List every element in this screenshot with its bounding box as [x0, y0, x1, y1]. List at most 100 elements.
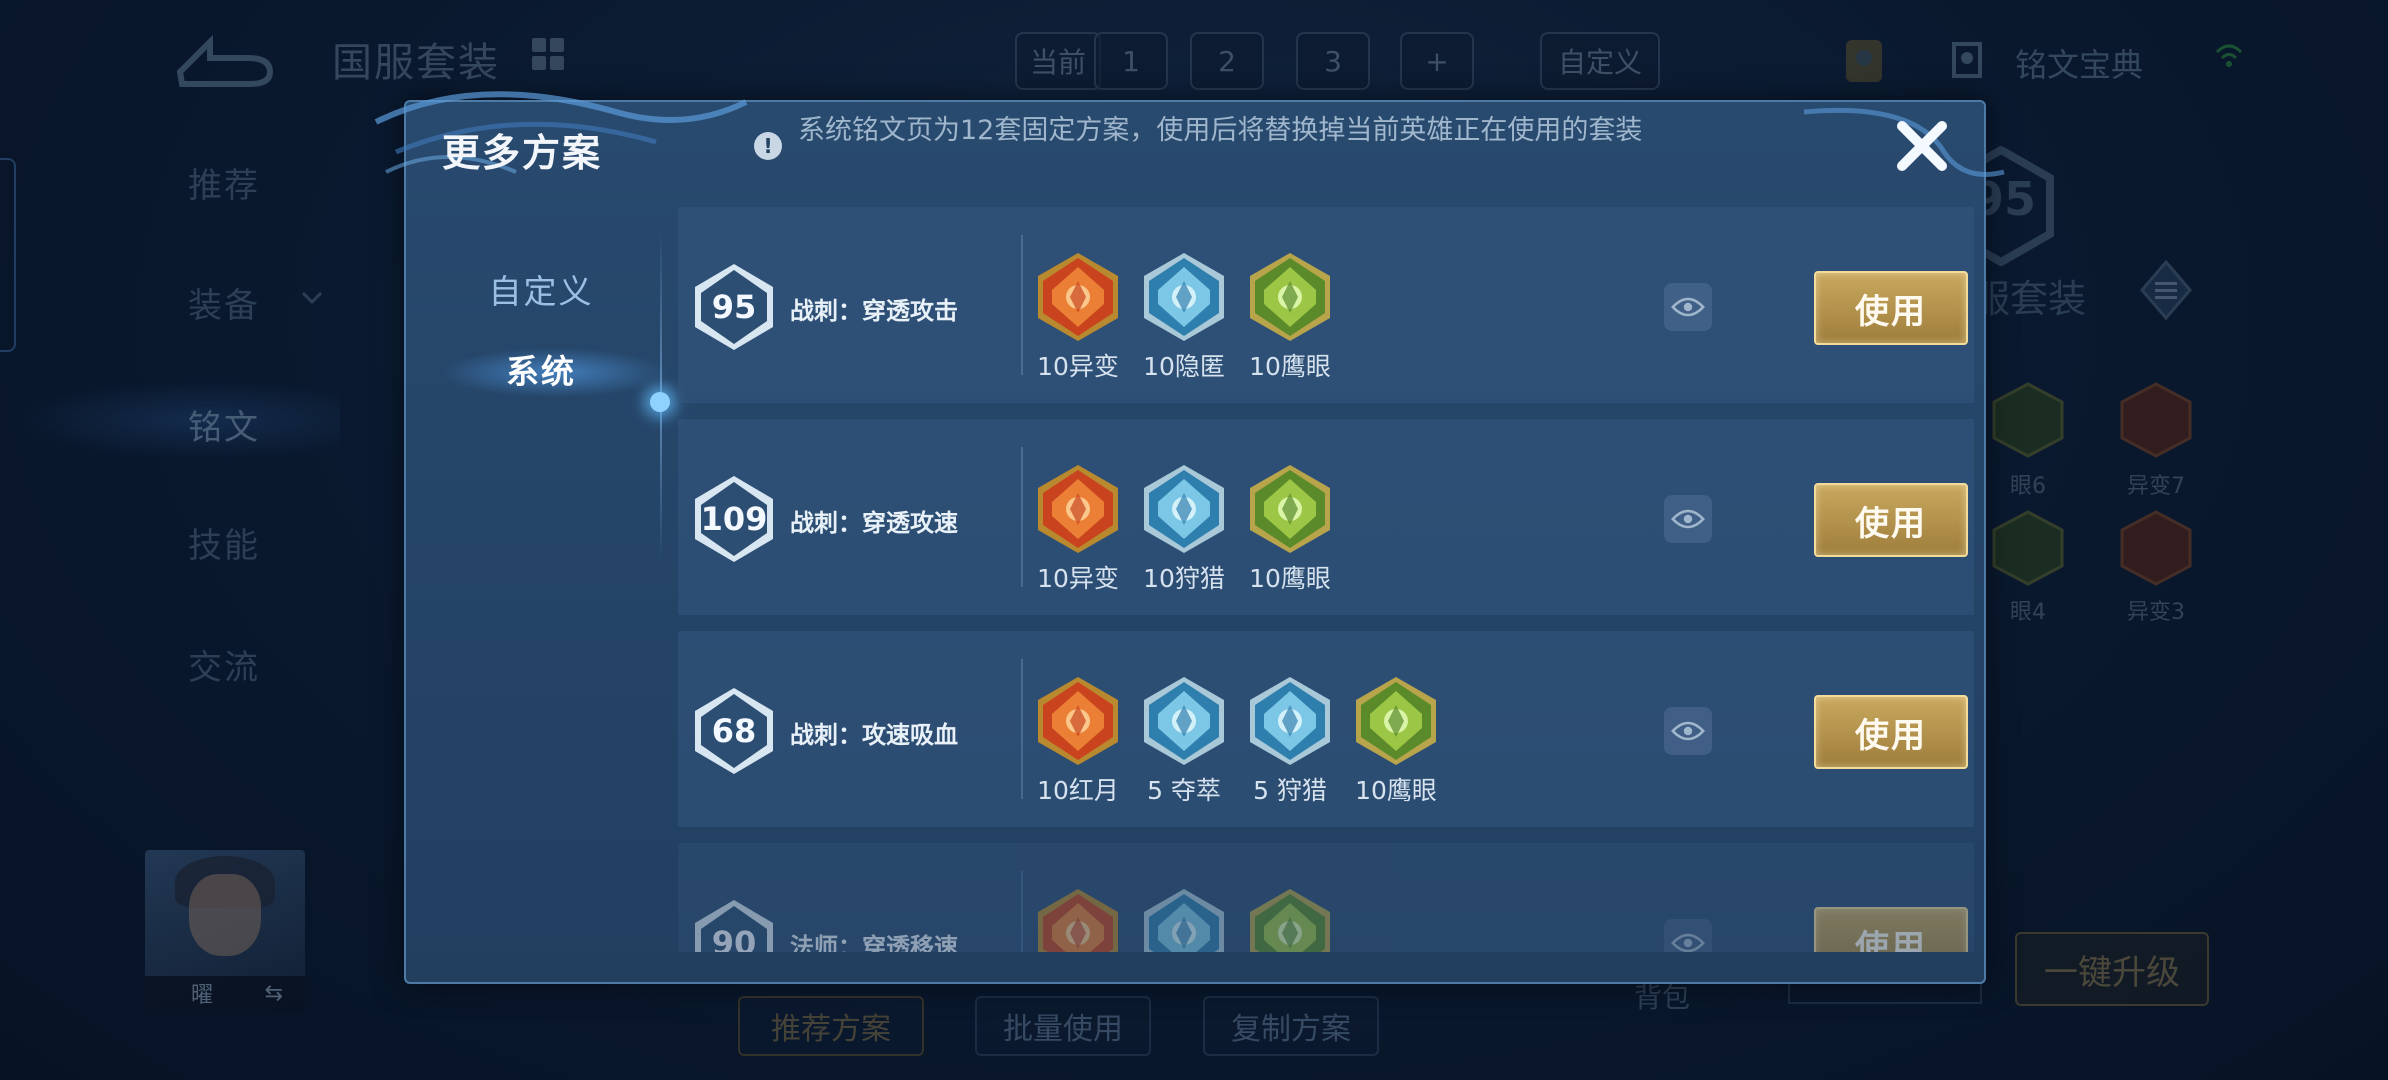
more-plans-modal: 更多方案 ! 系统铭文页为12套固定方案，使用后将替换掉当前英雄正在使用的套装 …	[374, 91, 2005, 984]
rune-item[interactable]	[1036, 887, 1120, 952]
eye-icon[interactable]	[1664, 495, 1712, 543]
red-rune-icon	[1038, 465, 1118, 553]
tab-add[interactable]: +	[1400, 32, 1474, 90]
avatar-name: 曜	[191, 983, 214, 1008]
green-rune-icon	[1356, 677, 1436, 765]
nav-highlight	[0, 355, 340, 485]
rune-set: 10异变 10狩猎 10鹰眼	[1036, 463, 1332, 595]
blue-rune-icon	[1250, 677, 1330, 765]
nav-equipment[interactable]: 装备	[188, 278, 260, 327]
notice-text: 系统铭文页为12套固定方案，使用后将替换掉当前英雄正在使用的套装	[798, 115, 1643, 146]
tab-custom-plans[interactable]: 自定义	[406, 254, 676, 324]
plan-list[interactable]: 95战刺：穿透攻击 10异变 10隐匿 10鹰眼使用 109战刺：穿透攻速	[678, 207, 1974, 952]
level-number: 90	[711, 924, 757, 952]
wifi-icon	[2215, 44, 2243, 67]
green-rune-icon	[1250, 465, 1330, 553]
use-plan-button[interactable]: 使用	[1814, 271, 1968, 345]
plan-name: 战刺：穿透攻击	[790, 297, 958, 325]
row-divider	[1021, 235, 1023, 375]
rune-item[interactable]: 10狩猎	[1142, 463, 1226, 595]
mascot-icon[interactable]	[1838, 30, 1890, 94]
rune-item[interactable]: 5 狩猎	[1248, 675, 1332, 807]
blue-rune-icon	[1144, 677, 1224, 765]
red-rune-icon	[1038, 677, 1118, 765]
nav-rune[interactable]: 铭文	[188, 400, 260, 449]
level-badge: 90	[692, 897, 776, 952]
rune-item[interactable]	[1142, 887, 1226, 952]
swap-icon[interactable]: ⇆	[265, 981, 283, 1006]
left-edge-handle[interactable]	[0, 158, 16, 352]
rune-label: 10异变	[1037, 564, 1119, 593]
rune-label: 10鹰眼	[1249, 564, 1331, 593]
tab-system-plans[interactable]: 系统	[406, 334, 676, 404]
use-plan-button[interactable]: 使用	[1814, 907, 1968, 952]
avatar[interactable]: 曜 ⇆	[145, 850, 305, 1010]
rune-set: 10红月 5 夺萃 5 狩猎 10鹰眼	[1036, 675, 1438, 807]
grid-icon[interactable]	[532, 38, 564, 70]
rune-item[interactable]: 10异变	[1036, 463, 1120, 595]
tab-3[interactable]: 3	[1296, 32, 1370, 90]
eye-icon[interactable]	[1664, 283, 1712, 331]
use-plan-button[interactable]: 使用	[1814, 483, 1968, 557]
tab-1[interactable]: 1	[1094, 32, 1168, 90]
rune-label: 10鹰眼	[1355, 776, 1437, 805]
red-rune-icon	[1038, 889, 1118, 952]
rune-set: 10异变 10隐匿 10鹰眼	[1036, 251, 1332, 383]
row-divider	[1021, 871, 1023, 952]
rune-book-link[interactable]: 铭文宝典	[2015, 40, 2143, 86]
rune-label: 10红月	[1037, 776, 1119, 805]
active-tab-indicator	[650, 392, 670, 412]
copy-plan-button[interactable]: 复制方案	[1203, 996, 1379, 1056]
tab-custom[interactable]: 自定义	[1540, 32, 1660, 90]
close-icon[interactable]	[1890, 114, 1954, 178]
rune-label: 10鹰眼	[1249, 352, 1331, 381]
eye-icon[interactable]	[1664, 707, 1712, 755]
menu-icon[interactable]	[2140, 260, 2192, 320]
level-number: 109	[700, 500, 768, 538]
modal-title: 更多方案	[442, 131, 603, 175]
rune-item[interactable]: 10隐匿	[1142, 251, 1226, 383]
rune-item[interactable]: 10异变	[1036, 251, 1120, 383]
plan-row: 68 战刺：攻速吸血 10红月 5 夺萃 5 狩猎 10鹰眼 使用	[678, 631, 1974, 827]
page-title: 国服套装	[332, 40, 500, 86]
rune-label: 10隐匿	[1143, 352, 1225, 381]
plan-row: 109 战刺：穿透攻速 10异变 10狩猎 10鹰眼 使用	[678, 419, 1974, 615]
rune-item[interactable]	[1248, 887, 1332, 952]
rune-item[interactable]: 10鹰眼	[1248, 463, 1332, 595]
info-icon: !	[754, 132, 782, 160]
nav-recommend[interactable]: 推荐	[188, 158, 260, 207]
tab-current[interactable]: 当前	[1015, 32, 1101, 90]
book-icon[interactable]	[1950, 40, 1986, 80]
plan-row: 90 法师：穿透移速 使用	[678, 843, 1974, 952]
green-rune-icon	[1250, 253, 1330, 341]
blue-rune-icon	[1144, 465, 1224, 553]
chevron-down-icon	[301, 291, 323, 305]
rune-label: 5 狩猎	[1253, 776, 1327, 805]
level-number: 68	[711, 712, 757, 750]
use-plan-button[interactable]: 使用	[1814, 695, 1968, 769]
eye-icon[interactable]	[1664, 919, 1712, 952]
back-arrow-icon[interactable]	[170, 28, 280, 88]
red-rune-icon	[1038, 253, 1118, 341]
rune-item[interactable]: 10鹰眼	[1354, 675, 1438, 807]
recommend-plan-button[interactable]: 推荐方案	[738, 996, 924, 1056]
blue-rune-icon	[1144, 889, 1224, 952]
plan-name: 战刺：穿透攻速	[790, 509, 958, 537]
nav-chat[interactable]: 交流	[188, 640, 260, 689]
bg-rune-green-icon	[1992, 510, 2064, 586]
rune-item[interactable]: 10鹰眼	[1248, 251, 1332, 383]
batch-use-button[interactable]: 批量使用	[975, 996, 1151, 1056]
rune-item[interactable]: 10红月	[1036, 675, 1120, 807]
level-number: 95	[711, 288, 757, 326]
rune-set	[1036, 887, 1332, 952]
plan-name: 战刺：攻速吸血	[790, 721, 958, 749]
bg-rune-label: 异变7	[2127, 474, 2185, 499]
upgrade-all-button[interactable]: 一键升级	[2015, 932, 2209, 1006]
rune-label: 10异变	[1037, 352, 1119, 381]
bg-rune-label: 异变3	[2127, 600, 2185, 625]
rune-item[interactable]: 5 夺萃	[1142, 675, 1226, 807]
bg-rune-label: 眼4	[2010, 600, 2046, 625]
tab-2[interactable]: 2	[1190, 32, 1264, 90]
nav-skill[interactable]: 技能	[188, 518, 260, 567]
plan-name: 法师：穿透移速	[790, 933, 958, 952]
